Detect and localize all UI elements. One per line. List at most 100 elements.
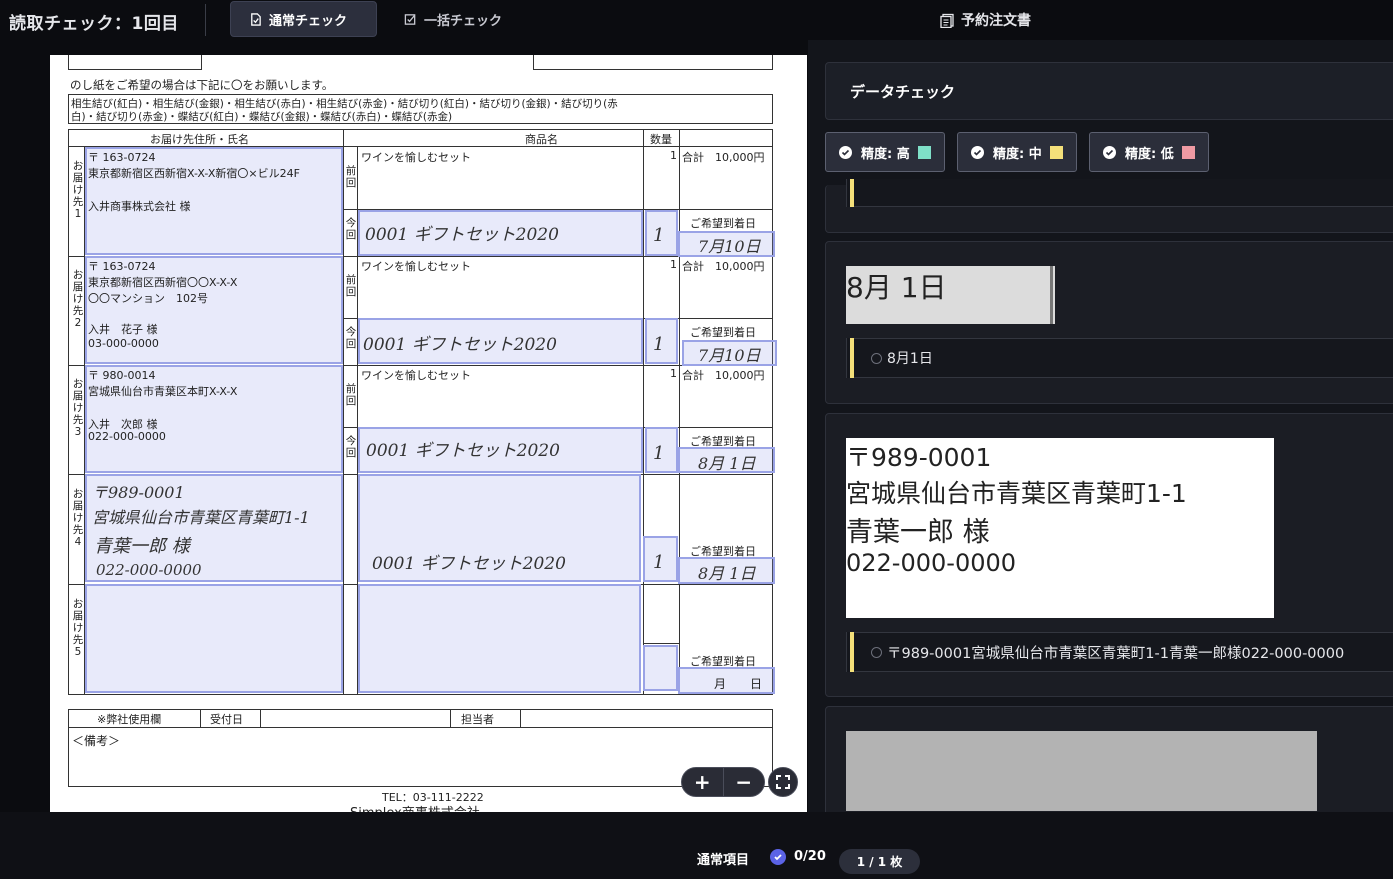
- zoom-in-button[interactable]: +: [682, 768, 723, 796]
- filter-accuracy-low[interactable]: 精度: 低: [1089, 132, 1209, 172]
- check-icon: [971, 145, 984, 159]
- accuracy-bar: [847, 338, 854, 378]
- prev-product: ワインを愉しむセット: [361, 369, 471, 382]
- fullscreen-button[interactable]: [768, 767, 798, 797]
- table-line: [200, 709, 201, 727]
- postal-code: 〒 163-0724: [88, 260, 156, 273]
- filter-accuracy-medium[interactable]: 精度: 中: [957, 132, 1077, 172]
- postal-code: 〒 163-0724: [88, 151, 156, 164]
- hw-address: 宮城県仙台市青葉区青葉町1-1: [92, 508, 310, 527]
- table-line: [679, 129, 680, 695]
- recipient-name: 入井 花子 様: [88, 323, 158, 336]
- table-line: [450, 709, 451, 727]
- dest-label: お届け先2: [72, 269, 84, 329]
- check-card: 8月 1日 8月1日: [825, 241, 1393, 404]
- table-line: [520, 709, 521, 727]
- hw-date: 7月10日: [698, 346, 761, 365]
- document-icon: [940, 13, 954, 28]
- divider: [205, 4, 206, 36]
- filter-label: 精度: 中: [993, 146, 1042, 162]
- answer-field[interactable]: 〒989-0001宮城県仙台市青葉区青葉町1-1青葉一郎様022-000-000…: [846, 632, 1393, 672]
- noshi-options-line2: 白)・結び切り(赤金)・蝶結び(紅白)・蝶結び(金銀)・蝶結び(赤白)・蝶結び(…: [71, 111, 453, 123]
- accuracy-bar: [847, 178, 854, 207]
- previous-label: 前回: [345, 165, 357, 189]
- answer-text: 8月1日: [887, 351, 933, 367]
- color-swatch: [1181, 145, 1195, 159]
- postal-code: 〒 980-0014: [88, 369, 156, 382]
- answer-field[interactable]: [846, 178, 1393, 207]
- hw-postal: 〒989-0001: [92, 483, 185, 502]
- office-use-label: ※弊社使用欄: [97, 713, 162, 726]
- address: 宮城県仙台市青葉区本町X-X-X: [88, 385, 238, 398]
- top-bar: 読取チェック：1回目 通常チェック 一括チェック 予約注文書: [0, 0, 1393, 40]
- color-swatch: [1049, 145, 1063, 159]
- tab-bulk-check[interactable]: 一括チェック: [386, 1, 526, 37]
- zoom-out-button[interactable]: −: [723, 768, 764, 796]
- previous-label: 前回: [345, 274, 357, 298]
- check-card: 〒989-0001 宮城県仙台市青葉区青葉町1-1 青葉一郎 様 022-000…: [825, 413, 1393, 697]
- radio-button: [871, 352, 882, 364]
- table-line: [343, 129, 344, 695]
- crop-line: 青葉一郎 様: [846, 517, 990, 548]
- hw-name: 青葉一郎 様: [94, 536, 190, 557]
- crop-line: 〒989-0001: [846, 443, 992, 472]
- crop-border: [1050, 266, 1053, 324]
- radio-button: [871, 646, 882, 658]
- company-name: Simplex商事株式会社: [350, 802, 480, 812]
- desired-date-label: ご希望到着日: [690, 326, 756, 339]
- table-line: [643, 129, 644, 695]
- hw-date: 7月10日: [698, 237, 761, 256]
- dest-label: お届け先5: [72, 598, 84, 658]
- col-qty-header: 数量: [650, 133, 672, 146]
- hw-product: 0001 ギフトセット2020: [366, 441, 560, 461]
- tab-bulk-check-label: 一括チェック: [424, 13, 503, 29]
- remarks-label: ＜備考＞: [72, 734, 121, 748]
- prev-total: 合計 10,000円: [682, 260, 765, 273]
- table-line: [68, 727, 773, 728]
- crop-image: 〒989-0001 宮城県仙台市青葉区青葉町1-1 青葉一郎 様 022-000…: [846, 438, 1274, 618]
- prev-qty: 1: [670, 149, 677, 162]
- filter-accuracy-high[interactable]: 精度: 高: [825, 132, 945, 172]
- prev-qty: 1: [670, 258, 677, 271]
- answer-field[interactable]: 8月1日: [846, 338, 1393, 378]
- check-icon: [1103, 145, 1116, 159]
- prev-total: 合計 10,000円: [682, 369, 765, 382]
- form-box: [68, 55, 202, 70]
- crop-line: 宮城県仙台市青葉区青葉町1-1: [846, 479, 1187, 508]
- office-use-box: [68, 709, 773, 787]
- received-date-label: 受付日: [210, 713, 243, 726]
- recipient-name: 入井商事株式会社 様: [88, 200, 191, 213]
- hw-product: 0001 ギフトセット2020: [372, 554, 566, 574]
- hw-date: 8月 1日: [698, 564, 756, 583]
- hw-date: 月 日: [714, 677, 763, 691]
- fullscreen-icon: [776, 775, 790, 789]
- data-check-panel: データチェック 精度: 高 精度: 中 精度: 低 8月 1日 8月1日 〒98…: [808, 40, 1393, 812]
- document-check-icon: [251, 12, 261, 26]
- hw-product: 0001 ギフトセット2020: [365, 225, 559, 245]
- crop-image: [846, 731, 1317, 811]
- crop-image: 8月 1日: [846, 266, 1055, 324]
- panel-header: データチェック: [825, 62, 1393, 120]
- ocr-region: [643, 645, 678, 691]
- desired-date-label: ご希望到着日: [690, 217, 756, 230]
- phone: 03-000-0000: [88, 337, 159, 350]
- zoom-controls: + −: [681, 767, 765, 797]
- previous-label: 前回: [345, 383, 357, 407]
- check-card: [825, 706, 1393, 812]
- hw-qty: 1: [653, 334, 665, 355]
- tab-normal-check[interactable]: 通常チェック: [230, 1, 377, 37]
- address: 東京都新宿区西新宿〇〇X-X-X: [88, 276, 238, 289]
- order-form-image: のし紙をご希望の場合は下記に〇をお願いします。 相生結び(紅白)・相生結び(金銀…: [50, 55, 807, 812]
- current-label: 今回: [345, 217, 357, 241]
- hw-phone: 022-000-0000: [96, 561, 202, 579]
- footer-bar: 通常項目 0/20 1 / 1 枚: [0, 812, 1393, 879]
- table-line: [643, 643, 679, 644]
- check-circle-icon: [770, 849, 786, 865]
- hw-date: 8月 1日: [698, 454, 756, 473]
- noshi-title: のし紙をご希望の場合は下記に〇をお願いします。: [70, 78, 334, 92]
- col-product-header: 商品名: [525, 133, 558, 146]
- person-in-charge-label: 担当者: [461, 713, 494, 726]
- color-swatch: [917, 145, 931, 159]
- dest-label: お届け先1: [72, 160, 84, 220]
- dest-label: お届け先3: [72, 378, 84, 438]
